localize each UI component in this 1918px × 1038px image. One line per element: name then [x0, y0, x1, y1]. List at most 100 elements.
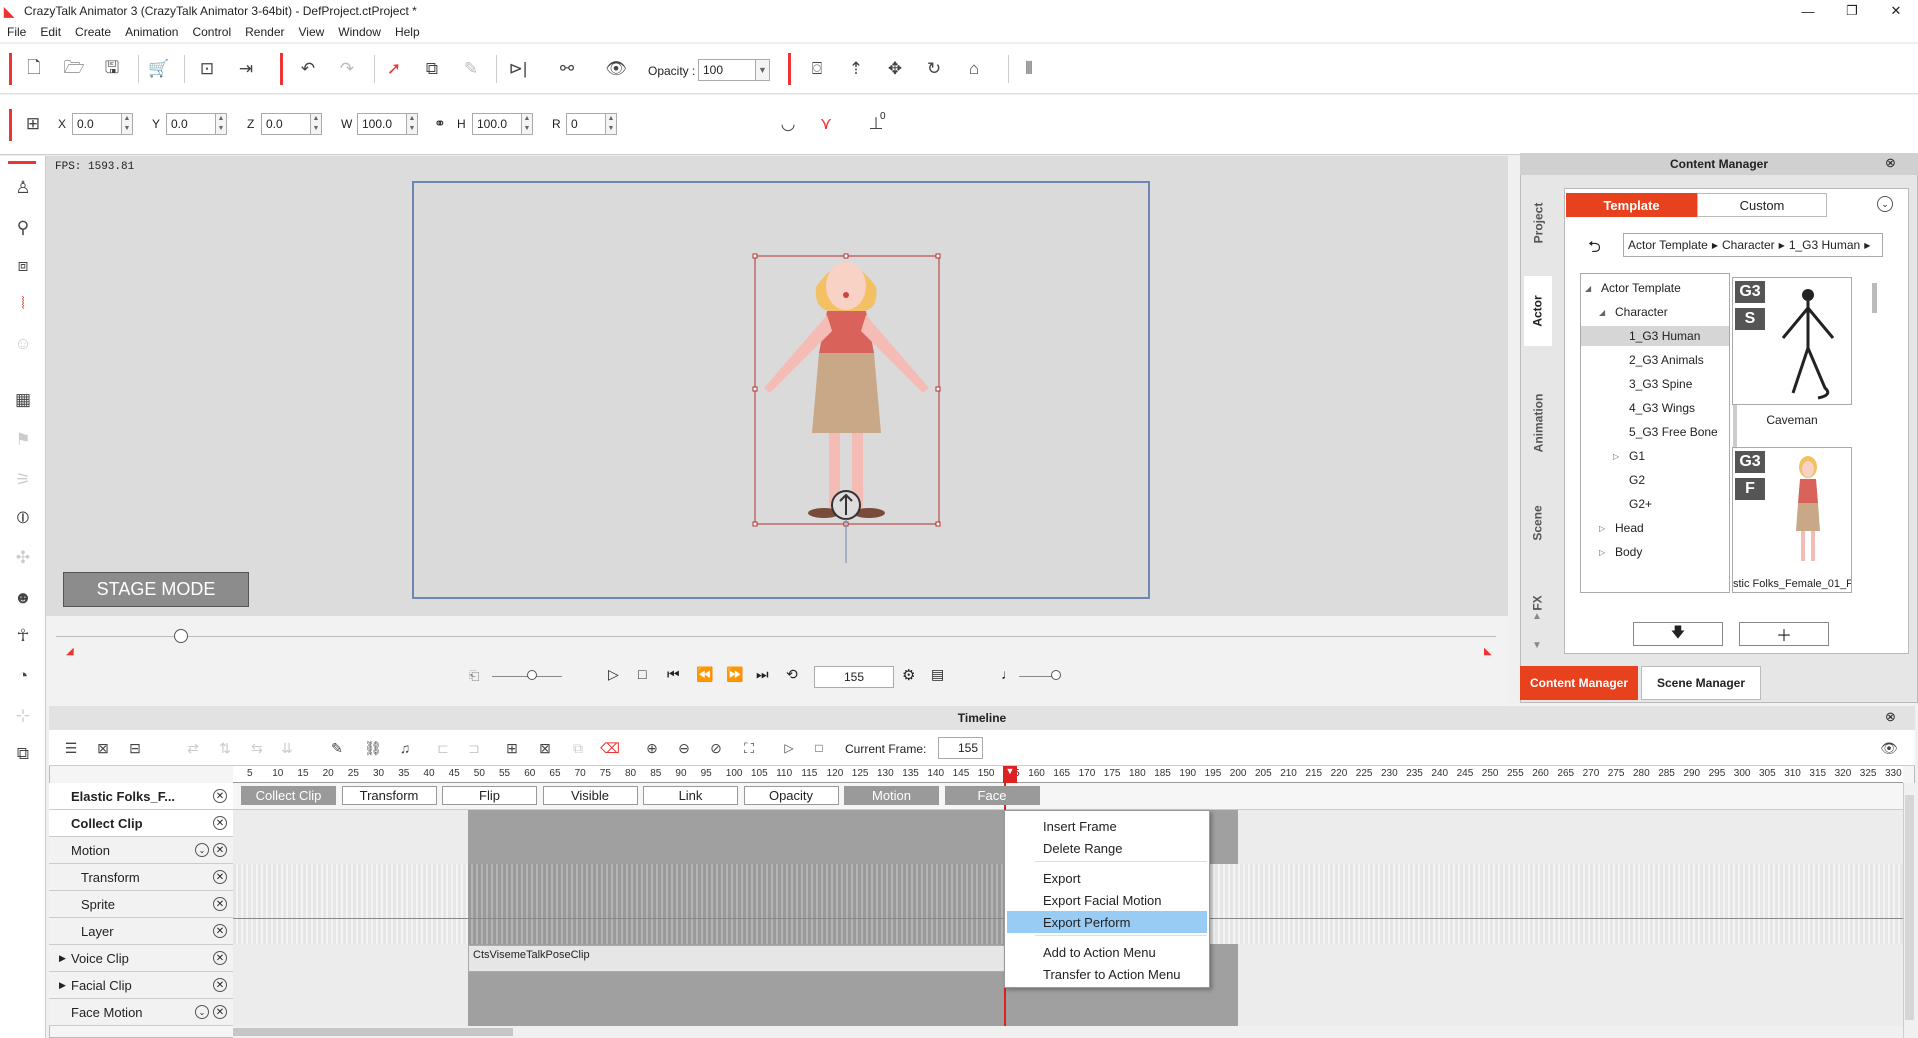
track-remove-icon[interactable]: ✕: [213, 843, 227, 857]
voice-clip-block[interactable]: CtsVisemeTalkPoseClip: [468, 945, 1005, 972]
tab-content-manager[interactable]: Content Manager: [1520, 666, 1638, 700]
thumbs-scrollbar[interactable]: [1872, 283, 1877, 313]
context-menu-item[interactable]: Export Facial Motion: [1007, 889, 1207, 911]
tree-item[interactable]: G2: [1581, 470, 1729, 490]
open-folder-icon[interactable]: 🗁: [60, 55, 88, 83]
context-menu-item[interactable]: Insert Frame: [1007, 815, 1207, 837]
link-track-icon[interactable]: ⛓: [359, 734, 387, 762]
tree-expander-icon[interactable]: ▷: [1599, 524, 1611, 533]
opacity-input[interactable]: 100: [698, 59, 756, 81]
track-header[interactable]: Collect Clip ✕: [49, 810, 233, 837]
visibility-eye-icon[interactable]: 👁: [602, 55, 630, 83]
track-header[interactable]: ▶ Facial Clip ✕: [49, 972, 233, 999]
tab-project[interactable]: Project: [1524, 188, 1552, 258]
tree-expander-icon[interactable]: ◢: [1599, 308, 1611, 317]
zoom-reset-icon[interactable]: ⊘: [702, 734, 730, 762]
skeleton-tool-icon[interactable]: ☥: [9, 622, 37, 650]
tree-expander-icon[interactable]: ◢: [1585, 284, 1597, 293]
save-icon[interactable]: 🖫: [98, 55, 126, 83]
tab-scene-manager[interactable]: Scene Manager: [1641, 666, 1761, 700]
menu-render[interactable]: Render: [238, 25, 291, 39]
insert-frame-icon[interactable]: ⊞: [498, 734, 526, 762]
show-all-tracks-icon[interactable]: ⊠: [89, 734, 117, 762]
context-menu-item[interactable]: Export Perform: [1007, 911, 1207, 933]
scrub-slider-handle[interactable]: [174, 629, 188, 643]
tree-item[interactable]: ▷ Head: [1581, 518, 1729, 538]
copy-frame-icon[interactable]: ⧉: [564, 734, 592, 762]
menu-view[interactable]: View: [291, 25, 331, 39]
frame-input[interactable]: 155: [814, 666, 894, 688]
tab-scene[interactable]: Scene: [1524, 488, 1552, 558]
grid-tool-icon[interactable]: ⊹: [9, 702, 37, 730]
track-expand-icon[interactable]: ▶: [59, 980, 71, 991]
track-options-icon[interactable]: ⌄: [195, 843, 209, 857]
import-icon[interactable]: ⊡: [193, 55, 221, 83]
paint-icon[interactable]: ✎: [457, 55, 485, 83]
subtitle-icon[interactable]: ⎗: [469, 668, 479, 684]
face-tool-icon[interactable]: ☺: [9, 330, 37, 358]
tree-item[interactable]: ▷ G1: [1581, 446, 1729, 466]
first-frame-icon[interactable]: ⏮: [667, 666, 680, 683]
undo-icon[interactable]: ↶: [294, 55, 322, 83]
tab-custom[interactable]: Custom: [1697, 193, 1827, 217]
context-menu-item[interactable]: Transfer to Action Menu: [1007, 963, 1207, 985]
z-spinner[interactable]: ▲ ▼: [311, 113, 322, 135]
delete-frame-icon[interactable]: ⊠: [531, 734, 559, 762]
breadcrumb-item[interactable]: Actor Template: [1628, 238, 1708, 252]
lock-ratio-icon[interactable]: ⚭: [434, 115, 446, 132]
h-input[interactable]: 100.0: [472, 113, 522, 135]
y-input[interactable]: 0.0: [166, 113, 216, 135]
key-prev-icon[interactable]: ⇄: [179, 734, 207, 762]
track-header[interactable]: Motion ⌄ ✕: [49, 837, 233, 864]
grid-icon[interactable]: ⊞: [19, 110, 47, 138]
camera-icon[interactable]: ⌼: [803, 55, 831, 83]
next-frame-icon[interactable]: ⏩: [726, 666, 743, 683]
tree-item[interactable]: 3_G3 Spine: [1581, 374, 1729, 394]
r-input[interactable]: 0: [566, 113, 606, 135]
timeline-stop-icon[interactable]: □: [805, 734, 833, 762]
context-menu-item[interactable]: Delete Range: [1007, 837, 1207, 859]
close-button[interactable]: ✕: [1874, 0, 1918, 22]
timeline-hscrollbar[interactable]: [233, 1026, 1903, 1038]
audio-tool-icon[interactable]: ⦚: [9, 290, 37, 318]
tab-animation[interactable]: Animation: [1524, 378, 1552, 468]
track-header[interactable]: Sprite ✕: [49, 891, 233, 918]
opacity-dropdown[interactable]: ▼: [756, 59, 770, 81]
break-clip-icon[interactable]: ⊏: [429, 734, 457, 762]
puppet-tool-icon[interactable]: ▦: [9, 386, 37, 414]
track-layout-icon[interactable]: ⊟: [121, 734, 149, 762]
stage-mode-button[interactable]: STAGE MODE: [63, 572, 249, 607]
export-icon[interactable]: ⇥: [232, 55, 260, 83]
context-menu-item[interactable]: Add to Action Menu: [1007, 941, 1207, 963]
head-tool-icon[interactable]: ☻: [9, 584, 37, 612]
track-chip[interactable]: Link: [643, 786, 738, 805]
content-manager-close-icon[interactable]: ⊗: [1885, 155, 1896, 171]
track-remove-icon[interactable]: ✕: [213, 1005, 227, 1019]
lip-sync-tool-icon[interactable]: ◔: [9, 662, 37, 690]
x-input[interactable]: 0.0: [72, 113, 122, 135]
track-remove-icon[interactable]: ✕: [213, 951, 227, 965]
track-chip[interactable]: Flip: [442, 786, 537, 805]
sprite-tool-icon[interactable]: ⧈: [9, 252, 37, 280]
new-file-icon[interactable]: 🗋: [20, 55, 48, 83]
tab-template[interactable]: Template: [1566, 193, 1697, 217]
render-icon[interactable]: ▤: [931, 666, 944, 683]
breadcrumb-item[interactable]: Character: [1722, 238, 1775, 252]
move-icon[interactable]: ✥: [881, 55, 909, 83]
merge-clip-icon[interactable]: ⊐: [460, 734, 488, 762]
h-spinner[interactable]: ▲ ▼: [522, 113, 533, 135]
timeline-ruler[interactable]: 5 10 15 20 25 30 35 40 45 50 55 60 65 70 75 80 85 90 95 100…: [233, 766, 1903, 783]
speed-slider-handle[interactable]: [527, 670, 537, 680]
breadcrumb-item[interactable]: 1_G3 Human: [1789, 238, 1860, 252]
track-chip[interactable]: Face: [944, 786, 1040, 805]
tree-item[interactable]: ▷ Body: [1581, 542, 1729, 562]
menu-edit[interactable]: Edit: [33, 25, 68, 39]
back-arrow-icon[interactable]: ⮌: [1588, 236, 1601, 263]
track-remove-icon[interactable]: ✕: [213, 816, 227, 830]
play-icon[interactable]: ▷: [608, 666, 619, 683]
tree-item[interactable]: 2_G3 Animals: [1581, 350, 1729, 370]
menu-create[interactable]: Create: [68, 25, 118, 39]
track-header[interactable]: Elastic Folks_F... ✕: [49, 783, 233, 810]
zoom-out-icon[interactable]: ⊖: [670, 734, 698, 762]
link-icon[interactable]: ⚯: [553, 55, 581, 83]
